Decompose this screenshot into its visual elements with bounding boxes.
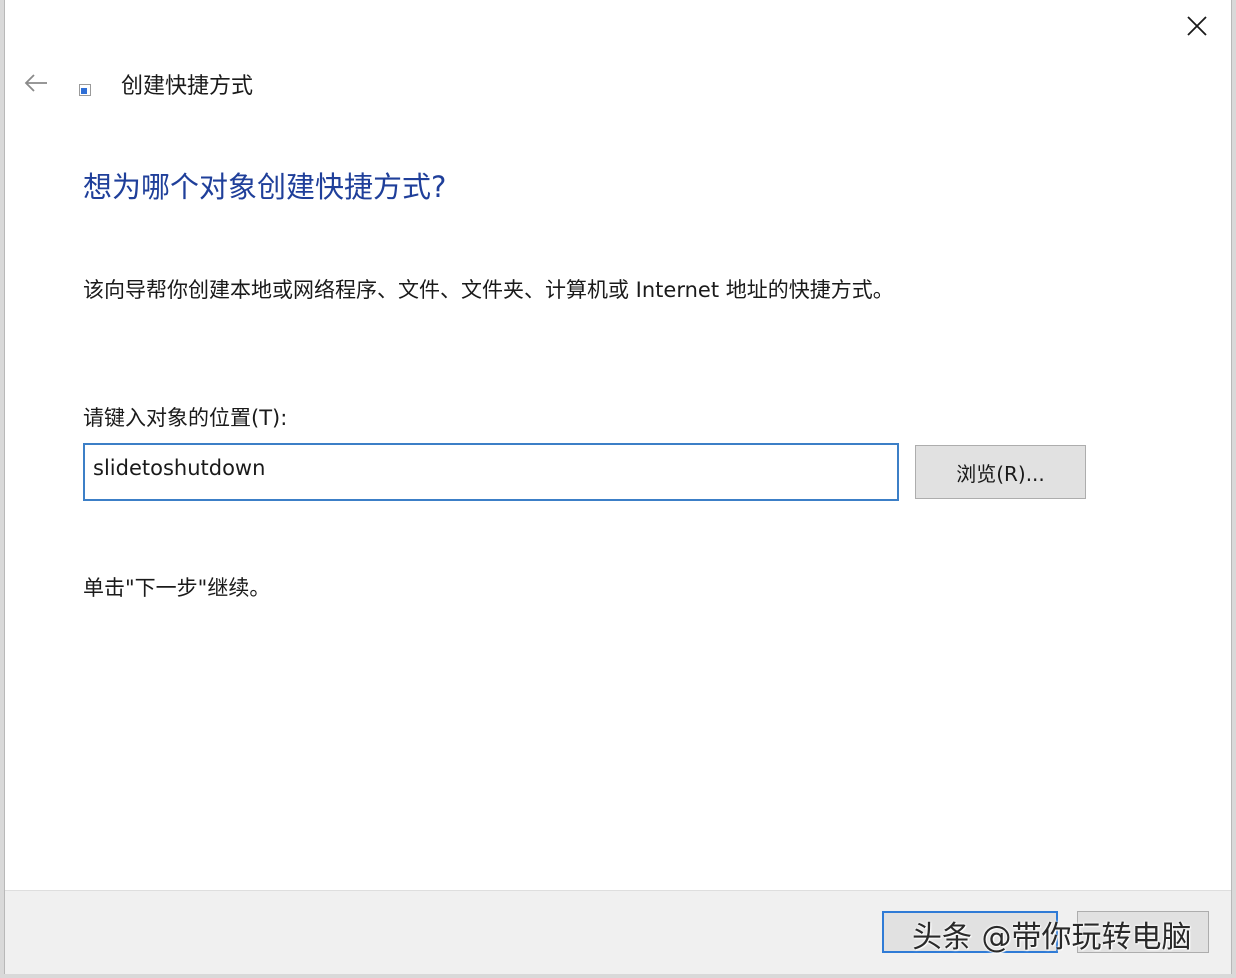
close-button[interactable] bbox=[1177, 8, 1217, 44]
location-input[interactable] bbox=[83, 443, 899, 501]
page-heading: 想为哪个对象创建快捷方式? bbox=[83, 170, 447, 204]
browse-button[interactable]: 浏览(R)... bbox=[915, 445, 1086, 499]
window-title: 创建快捷方式 bbox=[121, 74, 254, 99]
cancel-button[interactable] bbox=[1077, 911, 1209, 953]
shortcut-icon bbox=[79, 84, 91, 96]
location-label: 请键入对象的位置(T): bbox=[83, 406, 288, 430]
back-arrow-icon bbox=[24, 74, 47, 92]
close-icon bbox=[1187, 16, 1207, 36]
next-button[interactable] bbox=[882, 911, 1058, 953]
wizard-description: 该向导帮你创建本地或网络程序、文件、文件夹、计算机或 Internet 地址的快… bbox=[83, 278, 894, 302]
dialog-footer bbox=[5, 890, 1231, 974]
continue-hint: 单击"下一步"继续。 bbox=[83, 576, 271, 600]
create-shortcut-window: 创建快捷方式 想为哪个对象创建快捷方式? 该向导帮你创建本地或网络程序、文件、文… bbox=[4, 0, 1232, 974]
back-button[interactable] bbox=[19, 66, 53, 100]
